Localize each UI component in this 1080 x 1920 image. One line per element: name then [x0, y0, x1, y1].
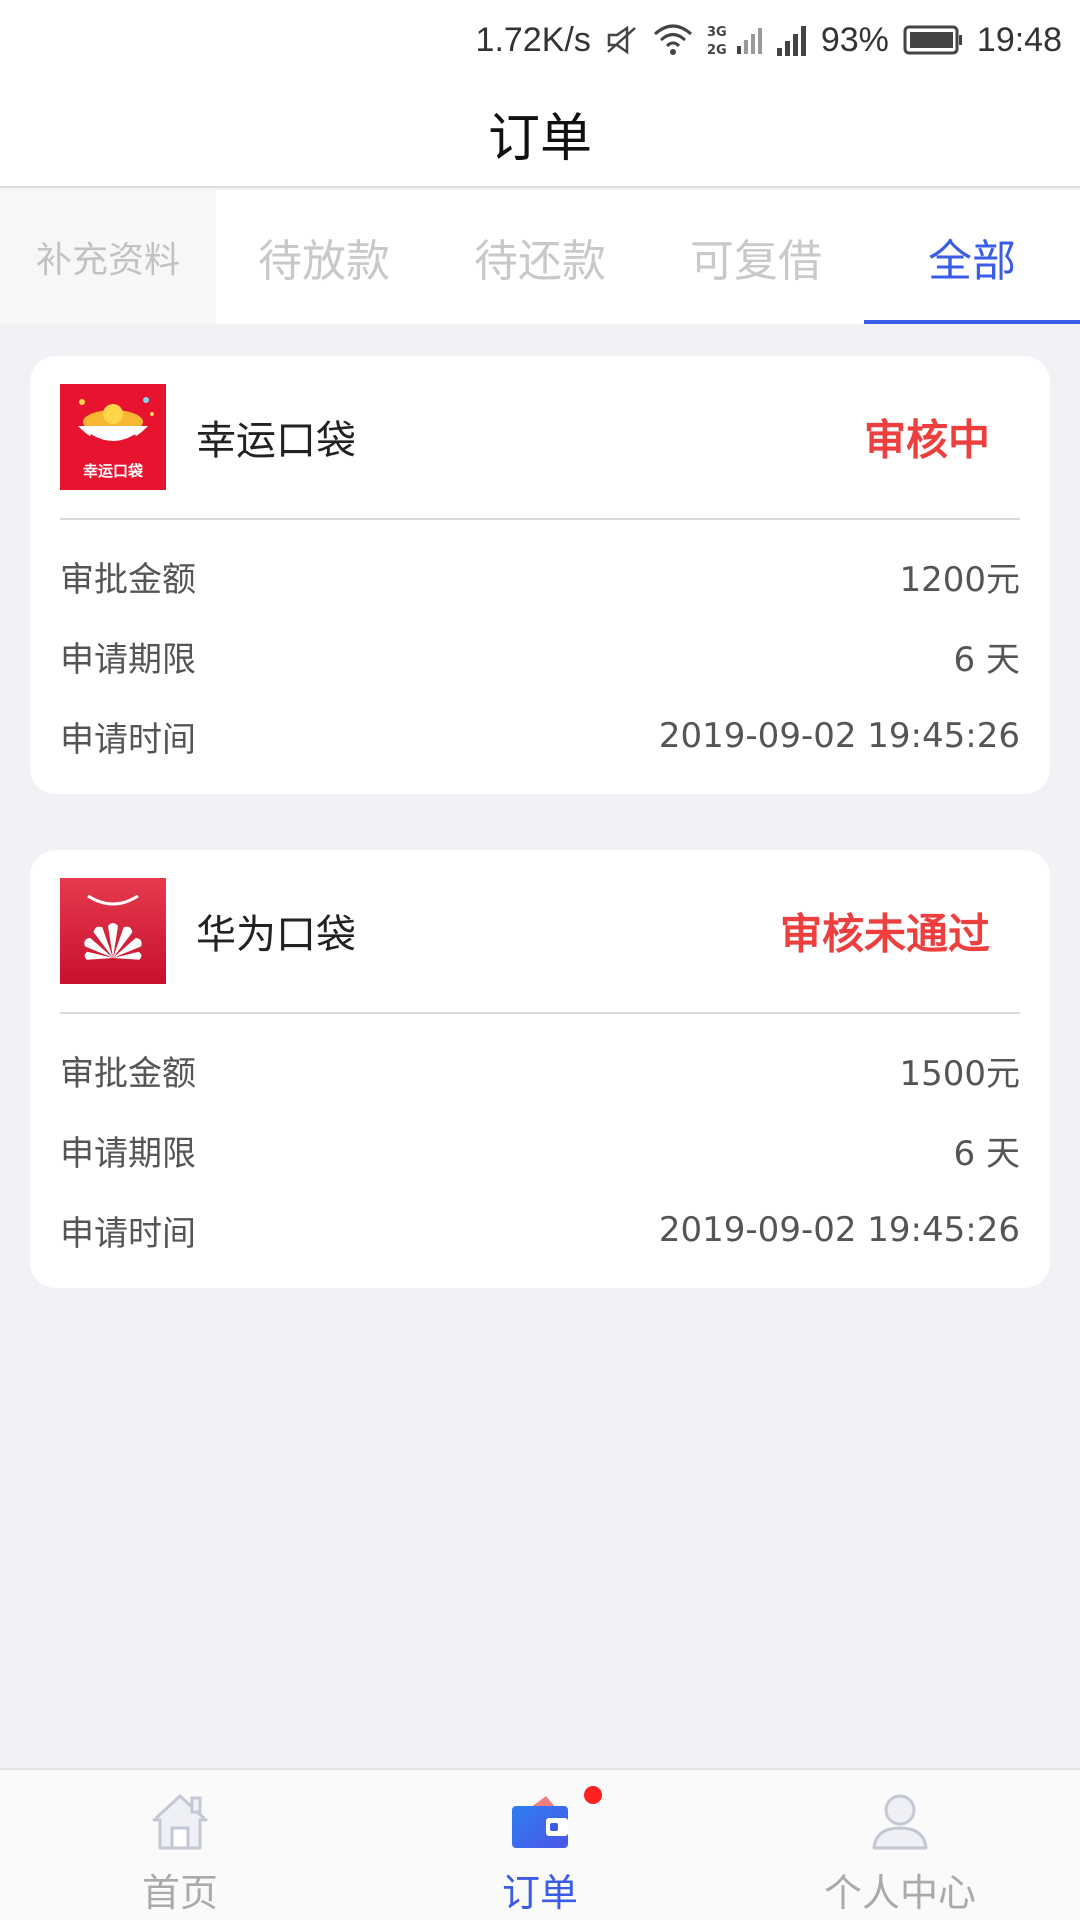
tab-pending-repayment[interactable]: 待还款 — [432, 190, 648, 324]
order-tabs: 补充资料 待放款 待还款 可复借 全部 — [0, 190, 1080, 324]
tab-pending-disbursement[interactable]: 待放款 — [216, 190, 432, 324]
signal-icon — [776, 24, 807, 56]
row-label: 申请期限 — [60, 1133, 196, 1174]
battery-icon — [903, 24, 963, 56]
row-label: 申请期限 — [60, 639, 196, 680]
nav-label: 个人中心 — [823, 1871, 976, 1915]
row-value: 6 天 — [953, 639, 1020, 680]
row-label: 申请时间 — [60, 719, 196, 760]
svg-text:幸运口袋: 幸运口袋 — [83, 462, 144, 480]
row-label: 审批金额 — [60, 1053, 196, 1094]
dual-signal-icon: 3G 2G — [707, 22, 763, 58]
wallet-icon — [508, 1790, 572, 1856]
status-bar: 1.72K/s 3G 2G 93% 19:48 — [0, 0, 1080, 80]
detail-row-time: 申请时间 2019-09-02 19:45:26 — [60, 1190, 1020, 1270]
mute-icon — [605, 25, 639, 55]
nav-label: 订单 — [501, 1871, 578, 1915]
notification-dot — [584, 1786, 602, 1804]
svg-text:3G: 3G — [707, 25, 727, 40]
bottom-nav: 首页 订单 个人中心 — [0, 1768, 1080, 1920]
huawei-pocket-logo — [60, 878, 166, 984]
detail-row-amount: 审批金额 1200元 — [60, 536, 1020, 616]
nav-profile[interactable]: 个人中心 — [720, 1770, 1080, 1920]
user-icon — [868, 1790, 932, 1856]
nav-orders[interactable]: 订单 — [360, 1770, 720, 1920]
home-icon — [148, 1790, 212, 1856]
lucky-pocket-logo: 幸运口袋 — [60, 384, 166, 490]
order-card[interactable]: 华为口袋 审核未通过 审批金额 1500元 申请期限 6 天 申请时间 2019… — [30, 850, 1050, 1288]
svg-text:2G: 2G — [707, 43, 727, 58]
detail-row-term: 申请期限 6 天 — [60, 1110, 1020, 1190]
tab-reborrowable[interactable]: 可复借 — [648, 190, 864, 324]
nav-home[interactable]: 首页 — [0, 1770, 360, 1920]
tab-all[interactable]: 全部 — [864, 190, 1080, 324]
nav-label: 首页 — [141, 1871, 218, 1915]
order-card[interactable]: 幸运口袋 幸运口袋 审核中 审批金额 1200元 申请期限 6 天 申请时间 2… — [30, 356, 1050, 794]
detail-row-amount: 审批金额 1500元 — [60, 1030, 1020, 1110]
row-value: 1200元 — [899, 559, 1020, 600]
wifi-icon — [653, 24, 693, 56]
detail-row-term: 申请期限 6 天 — [60, 616, 1020, 696]
network-speed: 1.72K/s — [475, 20, 591, 59]
battery-percent: 93% — [820, 20, 889, 59]
detail-row-time: 申请时间 2019-09-02 19:45:26 — [60, 696, 1020, 776]
clock: 19:48 — [976, 20, 1062, 59]
page-title: 订单 — [487, 108, 592, 169]
app-name: 华为口袋 — [196, 912, 356, 958]
row-value: 6 天 — [953, 1133, 1020, 1174]
row-value: 2019-09-02 19:45:26 — [658, 716, 1020, 756]
order-card-header: 幸运口袋 幸运口袋 审核中 — [60, 356, 1020, 520]
order-status: 审核中 — [863, 415, 990, 465]
tab-supplement-info[interactable]: 补充资料 — [0, 190, 216, 324]
row-value: 1500元 — [899, 1053, 1020, 1094]
app-name: 幸运口袋 — [196, 418, 356, 464]
order-details: 审批金额 1200元 申请期限 6 天 申请时间 2019-09-02 19:4… — [60, 520, 1020, 794]
row-label: 申请时间 — [60, 1213, 196, 1254]
row-value: 2019-09-02 19:45:26 — [658, 1210, 1020, 1250]
app-header: 订单 — [0, 80, 1080, 188]
row-label: 审批金额 — [60, 559, 196, 600]
order-details: 审批金额 1500元 申请期限 6 天 申请时间 2019-09-02 19:4… — [60, 1014, 1020, 1288]
order-status: 审核未通过 — [779, 909, 990, 959]
order-card-header: 华为口袋 审核未通过 — [60, 850, 1020, 1014]
